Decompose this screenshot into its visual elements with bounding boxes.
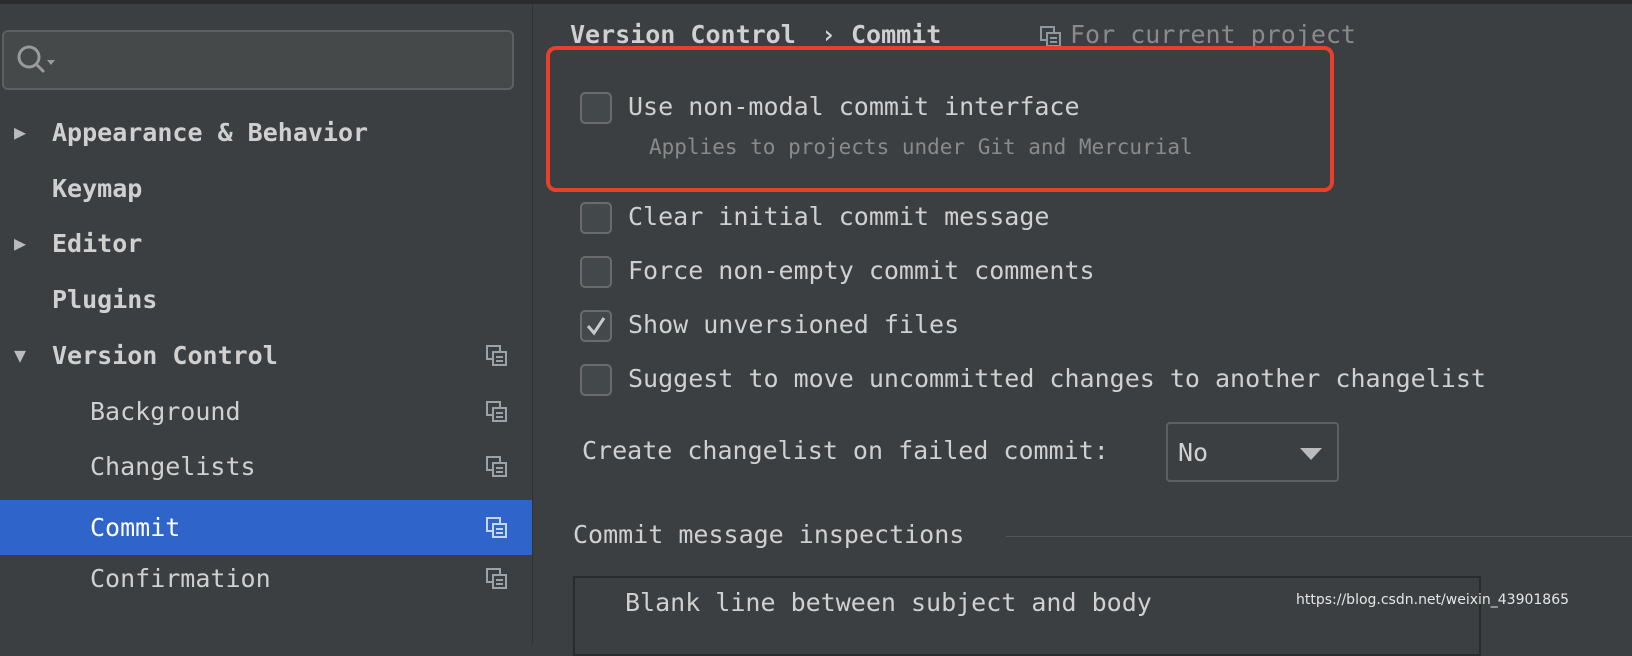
breadcrumb-current: Commit <box>850 20 942 49</box>
search-input[interactable] <box>2 30 514 90</box>
checkmark-icon <box>586 317 606 336</box>
settings-content: Version Control › Commit For current pro… <box>534 4 1632 656</box>
sidebar-item-version-control[interactable]: ▼ Version Control <box>0 328 532 383</box>
sidebar-item-editor[interactable]: ▶ Editor <box>0 216 532 271</box>
settings-sidebar: ▶ Appearance & Behavior Keymap ▶ Editor Pl… <box>0 4 533 644</box>
project-scope-icon <box>486 456 507 477</box>
sidebar-item-commit[interactable]: Commit <box>0 500 532 555</box>
non-modal-commit-label: Use non-modal commit interface <box>628 92 1080 121</box>
scope-label: For current project <box>1070 20 1356 49</box>
clear-message-label: Clear initial commit message <box>628 202 1050 231</box>
section-divider <box>1006 536 1632 537</box>
breadcrumb: Version Control › Commit <box>570 20 941 49</box>
project-scope-icon <box>486 568 507 589</box>
sidebar-item-plugins[interactable]: Plugins <box>0 272 532 327</box>
show-unversioned-label: Show unversioned files <box>628 310 960 339</box>
force-comments-label: Force non-empty commit comments <box>628 256 1095 285</box>
watermark: https://blog.csdn.net/weixin_43901865 <box>1296 592 1570 608</box>
sidebar-item-keymap[interactable]: Keymap <box>0 161 532 216</box>
breadcrumb-separator: › <box>820 20 836 49</box>
suggest-move-label: Suggest to move uncommitted changes to a… <box>628 364 1486 393</box>
project-scope-icon <box>1040 26 1061 47</box>
suggest-move-checkbox[interactable] <box>580 364 612 396</box>
project-scope-icon <box>486 345 507 366</box>
project-scope-icon <box>486 517 507 538</box>
sidebar-item-changelists[interactable]: Changelists <box>0 439 532 494</box>
changelist-select[interactable]: No <box>1166 422 1339 482</box>
sidebar-item-confirmation[interactable]: Confirmation <box>0 551 532 606</box>
non-modal-commit-hint: Applies to projects under Git and Mercur… <box>649 135 1193 159</box>
non-modal-commit-checkbox[interactable] <box>580 92 612 124</box>
expand-arrow-icon: ▶ <box>14 120 27 144</box>
breadcrumb-parent: Version Control <box>570 20 796 49</box>
inspection-row-label[interactable]: Blank line between subject and body <box>625 588 1152 617</box>
search-icon <box>17 45 55 74</box>
clear-message-checkbox[interactable] <box>580 202 612 234</box>
force-comments-checkbox[interactable] <box>580 256 612 288</box>
sidebar-item-background[interactable]: Background <box>0 384 532 439</box>
inspections-table: Blank line between subject and body <box>573 576 1481 656</box>
changelist-value: No <box>1178 438 1209 467</box>
inspections-title: Commit message inspections <box>573 520 965 549</box>
project-scope-icon <box>486 401 507 422</box>
expand-arrow-icon: ▶ <box>14 231 27 255</box>
chevron-down-icon <box>1300 448 1322 460</box>
sidebar-item-appearance[interactable]: ▶ Appearance & Behavior <box>0 105 532 160</box>
show-unversioned-checkbox[interactable] <box>580 310 612 342</box>
changelist-label: Create changelist on failed commit: <box>582 436 1109 465</box>
collapse-arrow-icon: ▼ <box>14 343 27 367</box>
